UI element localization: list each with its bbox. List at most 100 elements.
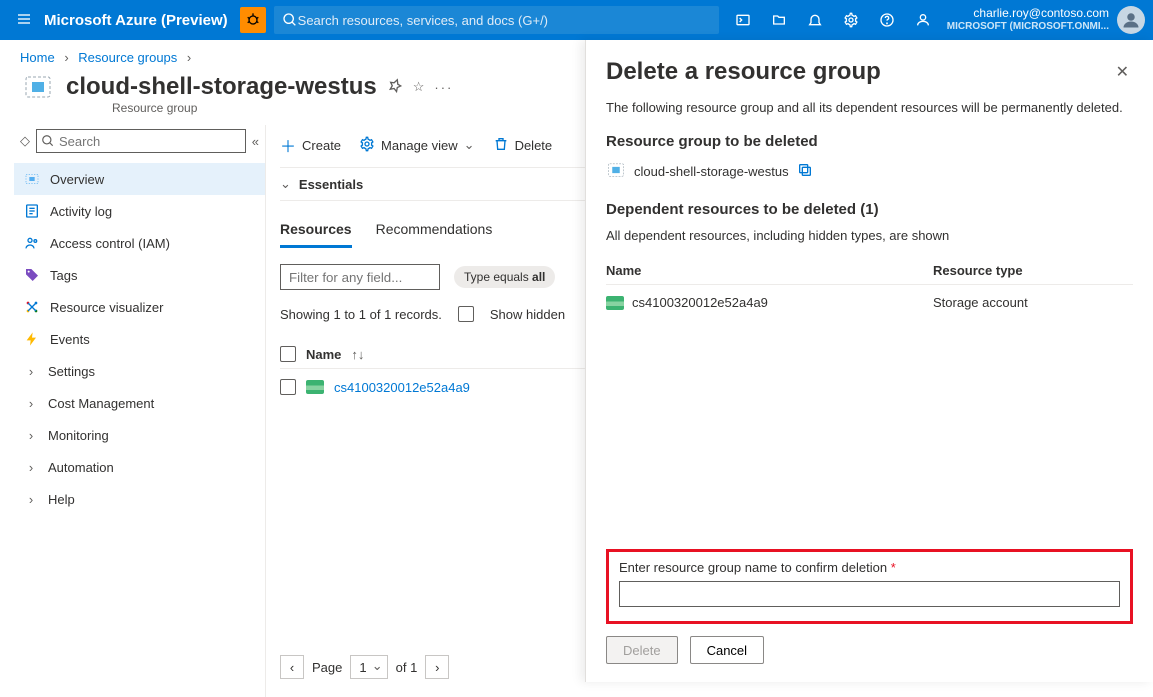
pager-page-label: Page bbox=[312, 660, 342, 675]
manage-view-button[interactable]: Manage view ⌄ bbox=[359, 136, 475, 155]
breadcrumb-home[interactable]: Home bbox=[20, 50, 55, 65]
sort-icon[interactable]: ↑↓ bbox=[351, 347, 364, 362]
filter-input[interactable] bbox=[280, 264, 440, 290]
feedback-icon[interactable] bbox=[907, 0, 939, 40]
preview-bug-icon[interactable] bbox=[240, 7, 266, 33]
cloud-shell-icon[interactable] bbox=[727, 0, 759, 40]
activity-log-icon bbox=[24, 203, 40, 219]
overview-icon bbox=[24, 171, 40, 187]
tab-resources[interactable]: Resources bbox=[280, 221, 352, 248]
sidebar-item-overview[interactable]: Overview bbox=[14, 163, 265, 195]
chevron-right-icon: › bbox=[24, 460, 38, 475]
iam-icon bbox=[24, 235, 40, 251]
column-name[interactable]: Name bbox=[306, 347, 341, 362]
plus-icon: ＋ bbox=[280, 133, 296, 157]
type-filter-pill[interactable]: Type equals all bbox=[454, 266, 555, 288]
hamburger-menu-icon[interactable] bbox=[8, 11, 40, 30]
trash-icon bbox=[493, 136, 509, 155]
tab-recommendations[interactable]: Recommendations bbox=[376, 221, 493, 248]
create-button[interactable]: ＋Create bbox=[280, 133, 341, 157]
blade-dep-section-title: Dependent resources to be deleted (1) bbox=[606, 201, 1133, 218]
pin-icon[interactable] bbox=[387, 78, 403, 97]
favorite-star-icon[interactable]: ☆ bbox=[413, 79, 425, 95]
sidebar-search-input[interactable] bbox=[36, 129, 246, 153]
dep-col-type: Resource type bbox=[933, 263, 1133, 278]
expand-icon[interactable]: ◇ bbox=[20, 133, 30, 149]
blade-rg-section-title: Resource group to be deleted bbox=[606, 133, 1133, 150]
directories-icon[interactable] bbox=[763, 0, 795, 40]
dep-row-name: cs4100320012e52a4a9 bbox=[632, 295, 768, 310]
global-search[interactable] bbox=[274, 6, 719, 34]
sidebar-nav: Overview Activity log Access control (IA… bbox=[14, 163, 265, 515]
records-summary: Showing 1 to 1 of 1 records. bbox=[280, 307, 442, 322]
chevron-right-icon: › bbox=[24, 492, 38, 507]
close-icon[interactable]: ✕ bbox=[1112, 58, 1133, 86]
dep-row-type: Storage account bbox=[933, 295, 1133, 310]
storage-account-icon bbox=[306, 380, 324, 394]
search-icon bbox=[282, 12, 298, 28]
row-checkbox[interactable] bbox=[280, 379, 296, 395]
blade-buttons: Delete Cancel bbox=[606, 636, 1133, 664]
blade-title: Delete a resource group bbox=[606, 58, 1112, 86]
show-hidden-checkbox[interactable] bbox=[458, 306, 474, 322]
account-tenant: MICROSOFT (MICROSOFT.ONMI... bbox=[947, 20, 1109, 34]
account-info[interactable]: charlie.roy@contoso.com MICROSOFT (MICRO… bbox=[947, 6, 1109, 34]
page-title: cloud-shell-storage-westus bbox=[66, 73, 377, 101]
show-hidden-label: Show hidden bbox=[490, 307, 565, 322]
select-all-checkbox[interactable] bbox=[280, 346, 296, 362]
top-bar: Microsoft Azure (Preview) charlie.roy@co… bbox=[0, 0, 1153, 40]
sidebar-item-tags[interactable]: Tags bbox=[14, 259, 265, 291]
chevron-right-icon: › bbox=[24, 364, 38, 379]
notifications-icon[interactable] bbox=[799, 0, 831, 40]
chevron-right-icon: › bbox=[24, 428, 38, 443]
settings-gear-icon[interactable] bbox=[835, 0, 867, 40]
sidebar-item-access-control[interactable]: Access control (IAM) bbox=[14, 227, 265, 259]
blade-dep-header: Name Resource type bbox=[606, 263, 1133, 285]
sidebar-item-monitoring[interactable]: ›Monitoring bbox=[14, 419, 265, 451]
pager-prev-button[interactable]: ‹ bbox=[280, 655, 304, 679]
sidebar-item-cost-management[interactable]: ›Cost Management bbox=[14, 387, 265, 419]
confirm-deletion-input[interactable] bbox=[619, 581, 1120, 607]
help-icon[interactable] bbox=[871, 0, 903, 40]
storage-account-icon bbox=[606, 296, 624, 310]
brand-label[interactable]: Microsoft Azure (Preview) bbox=[44, 12, 228, 29]
pager-page-select[interactable]: 1 bbox=[350, 655, 387, 679]
delete-button[interactable]: Delete bbox=[493, 136, 553, 155]
resource-group-icon bbox=[20, 69, 56, 105]
events-icon bbox=[24, 331, 40, 347]
pager-of-label: of 1 bbox=[396, 660, 418, 675]
visualizer-icon bbox=[24, 299, 40, 315]
confirm-deletion-box: Enter resource group name to confirm del… bbox=[606, 549, 1133, 624]
blade-delete-button[interactable]: Delete bbox=[606, 636, 678, 664]
gear-icon bbox=[359, 136, 375, 155]
confirm-label: Enter resource group name to confirm del… bbox=[619, 560, 896, 575]
resource-group-icon bbox=[606, 160, 626, 183]
chevron-right-icon: › bbox=[24, 396, 38, 411]
tags-icon bbox=[24, 267, 40, 283]
sidebar-item-resource-visualizer[interactable]: Resource visualizer bbox=[14, 291, 265, 323]
sidebar-item-events[interactable]: Events bbox=[14, 323, 265, 355]
resource-link[interactable]: cs4100320012e52a4a9 bbox=[334, 380, 470, 395]
sidebar-item-help[interactable]: ›Help bbox=[14, 483, 265, 515]
blade-description: The following resource group and all its… bbox=[606, 100, 1133, 115]
blade-dep-row: cs4100320012e52a4a9 Storage account bbox=[606, 285, 1133, 320]
chevron-right-icon: › bbox=[64, 50, 68, 65]
breadcrumb-resource-groups[interactable]: Resource groups bbox=[78, 50, 177, 65]
sidebar-item-automation[interactable]: ›Automation bbox=[14, 451, 265, 483]
chevron-right-icon: › bbox=[187, 50, 191, 65]
blade-rg-name: cloud-shell-storage-westus bbox=[634, 164, 789, 179]
sidebar-item-activity-log[interactable]: Activity log bbox=[14, 195, 265, 227]
dep-col-name: Name bbox=[606, 263, 933, 278]
blade-cancel-button[interactable]: Cancel bbox=[690, 636, 764, 664]
blade-rg-line: cloud-shell-storage-westus bbox=[606, 160, 1133, 183]
sidebar: ◇ « Overview Activity log Access control… bbox=[0, 125, 265, 697]
copy-icon[interactable] bbox=[797, 162, 813, 181]
more-icon[interactable]: ··· bbox=[434, 80, 453, 95]
avatar[interactable] bbox=[1117, 6, 1145, 34]
collapse-sidebar-icon[interactable]: « bbox=[252, 134, 259, 149]
pager-next-button[interactable]: › bbox=[425, 655, 449, 679]
chevron-down-icon: ⌄ bbox=[464, 137, 475, 153]
global-search-input[interactable] bbox=[298, 13, 711, 28]
sidebar-item-settings[interactable]: ›Settings bbox=[14, 355, 265, 387]
account-email: charlie.roy@contoso.com bbox=[947, 6, 1109, 20]
